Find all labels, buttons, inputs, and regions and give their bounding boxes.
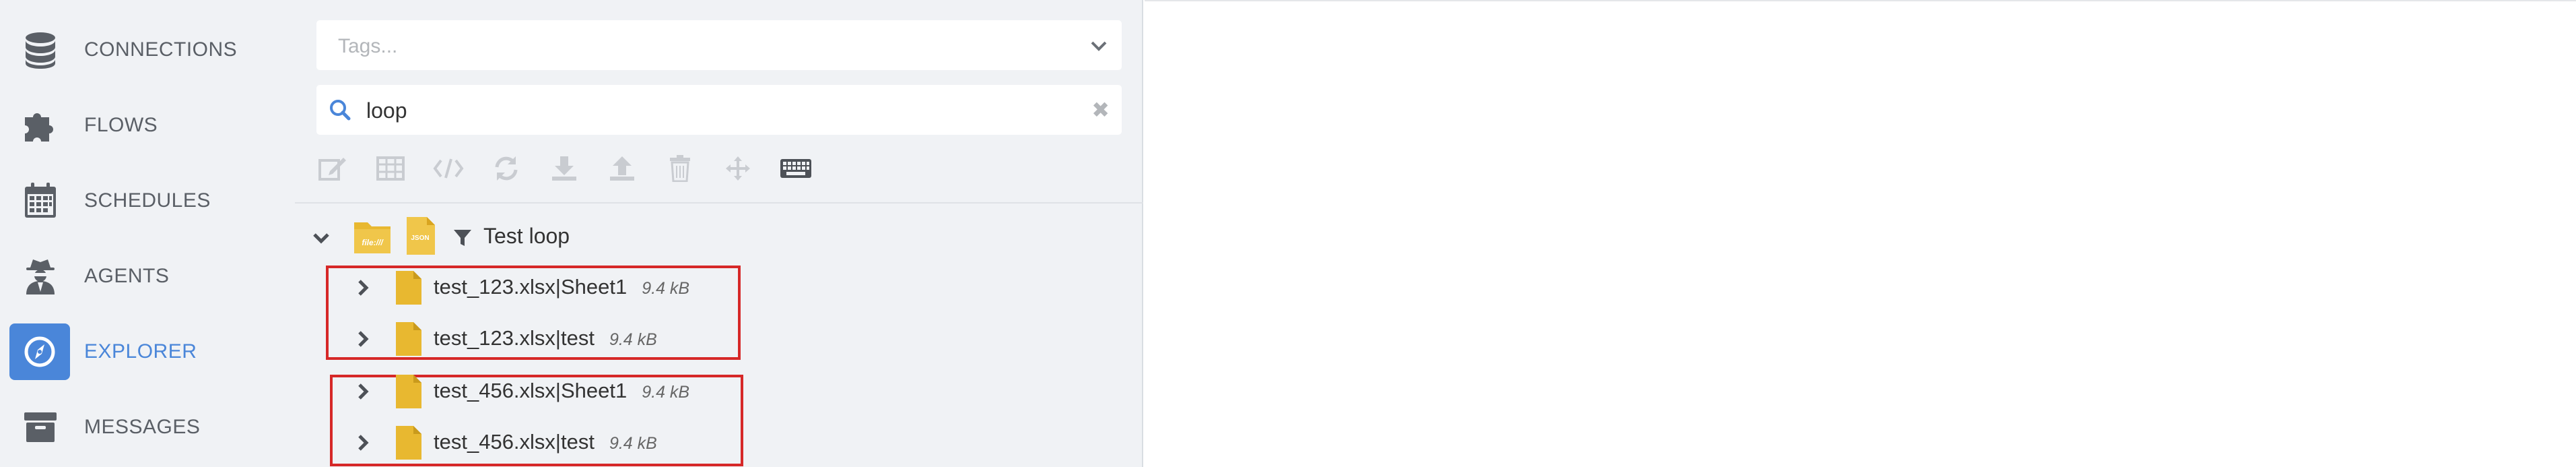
tree-row-size: 9.4 kB (609, 434, 657, 453)
tree-row-name: test_456.xlsx|test 9.4 kB (434, 430, 657, 454)
svg-text:file:///: file:/// (362, 238, 384, 247)
tags-placeholder: Tags... (338, 35, 398, 57)
puzzle-icon (20, 105, 61, 146)
sidebar-item-agents[interactable]: AGENTS (7, 245, 290, 307)
file-icon (395, 321, 423, 357)
chevron-right-icon[interactable] (351, 431, 374, 454)
tree-row-size: 9.4 kB (642, 383, 690, 402)
sidebar-item-label: CONNECTIONS (84, 38, 238, 61)
file-icon (395, 270, 423, 306)
divider (295, 202, 1143, 204)
json-file-icon: JSON (405, 216, 436, 256)
chevron-right-icon[interactable] (351, 380, 374, 403)
upload-icon[interactable] (606, 154, 638, 183)
code-icon[interactable] (432, 154, 465, 183)
tree-row-name: test_123.xlsx|test 9.4 kB (434, 326, 657, 350)
trash-icon[interactable] (664, 154, 696, 183)
clear-icon[interactable]: ✖ (1091, 98, 1110, 121)
calendar-icon (20, 181, 61, 221)
edit-icon[interactable] (316, 154, 349, 183)
sidebar-item-label: MESSAGES (84, 416, 201, 438)
tree-row[interactable]: test_123.xlsx|test 9.4 kB (295, 314, 1143, 364)
chevron-down-icon[interactable] (310, 226, 333, 249)
tree-row-size: 9.4 kB (609, 330, 657, 349)
sidebar-item-flows[interactable]: FLOWS (7, 94, 290, 156)
sidebar-item-connections[interactable]: CONNECTIONS (7, 19, 290, 81)
sidebar-item-label: FLOWS (84, 114, 158, 136)
chevron-down-icon[interactable] (1088, 35, 1110, 57)
tree-root-label: Test loop (483, 224, 570, 248)
tree-row[interactable]: test_456.xlsx|test 9.4 kB (295, 418, 1143, 467)
sidebar-item-label: AGENTS (84, 265, 170, 287)
explorer-panel: Tags... loop ✖ file:/// JSON Test loop t… (295, 0, 1143, 467)
refresh-icon[interactable] (490, 154, 522, 183)
download-icon[interactable] (548, 154, 580, 183)
sidebar-item-label: EXPLORER (84, 340, 197, 363)
tree-row[interactable]: test_456.xlsx|Sheet1 9.4 kB (295, 367, 1143, 416)
table-icon[interactable] (374, 154, 407, 183)
file-icon (395, 425, 423, 461)
chevron-right-icon[interactable] (351, 328, 374, 350)
tree-row-name: test_123.xlsx|Sheet1 9.4 kB (434, 275, 690, 299)
search-input[interactable]: loop ✖ (316, 85, 1122, 135)
detail-area (1145, 0, 2576, 467)
tags-select[interactable]: Tags... (316, 20, 1122, 70)
move-icon[interactable] (722, 154, 754, 183)
chevron-right-icon[interactable] (351, 276, 374, 299)
file-icon (395, 373, 423, 410)
sidebar: CONNECTIONS FLOWS SCHEDULES AGENTS EXPLO… (0, 0, 295, 467)
tree-root-row[interactable]: file:/// JSON Test loop (295, 212, 1143, 261)
keyboard-icon[interactable] (780, 154, 812, 183)
search-icon (329, 98, 351, 121)
archive-icon (20, 407, 61, 447)
tree-row[interactable]: test_123.xlsx|Sheet1 9.4 kB (295, 263, 1143, 313)
filter-icon (452, 228, 473, 248)
sidebar-item-label: SCHEDULES (84, 189, 211, 212)
database-icon (20, 30, 61, 70)
sidebar-item-messages[interactable]: MESSAGES (7, 396, 290, 458)
tree-row-name: test_456.xlsx|Sheet1 9.4 kB (434, 379, 690, 402)
tree-row-size: 9.4 kB (642, 279, 690, 298)
svg-text:JSON: JSON (411, 235, 429, 242)
toolbar (316, 150, 1122, 187)
folder-icon: file:/// (353, 217, 392, 255)
sidebar-item-explorer[interactable]: EXPLORER (7, 321, 290, 383)
compass-icon (9, 323, 70, 380)
agent-icon (20, 256, 61, 297)
search-value: loop (366, 98, 407, 123)
sidebar-item-schedules[interactable]: SCHEDULES (7, 170, 290, 232)
